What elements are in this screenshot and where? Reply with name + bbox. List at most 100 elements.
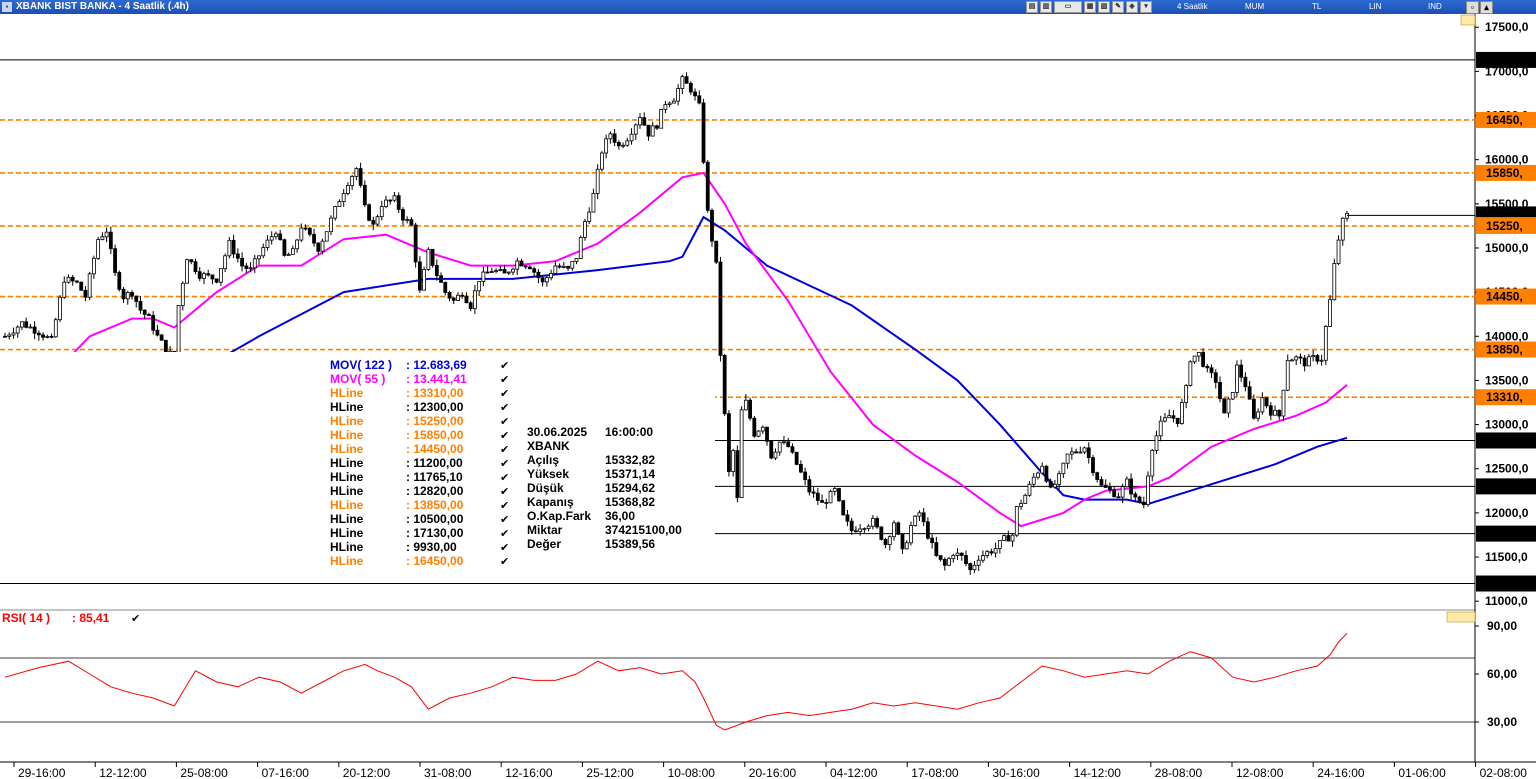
candle-body <box>282 239 287 256</box>
candle-body <box>1023 494 1028 504</box>
candle-body <box>49 335 54 338</box>
info-label: Miktar <box>527 523 563 537</box>
price-axis-tick-label: 12000,0 <box>1485 506 1529 520</box>
candle-body <box>595 168 600 194</box>
candle-body <box>1074 451 1078 454</box>
candle-body <box>384 199 388 207</box>
candle-body <box>1163 417 1167 422</box>
candle-body <box>663 104 668 110</box>
candle-body <box>549 273 554 279</box>
candle-body <box>938 555 943 560</box>
candle-body <box>299 227 304 241</box>
candle-body <box>1294 356 1299 361</box>
candle-body <box>870 518 875 527</box>
rsi-level-group <box>0 657 1475 723</box>
candle-body <box>1150 450 1155 477</box>
legend-check-icon: ✔ <box>500 444 509 456</box>
candle-body <box>125 292 130 300</box>
candle-body <box>519 260 524 267</box>
candle-body <box>155 329 160 336</box>
candle-body <box>1086 447 1091 458</box>
candle-body <box>87 273 92 298</box>
candle-body <box>295 239 300 250</box>
candle-body <box>506 271 511 274</box>
candle-body <box>142 309 147 315</box>
candle-body <box>841 500 846 516</box>
legend-value: : 13310,00 <box>406 386 464 400</box>
candle-body <box>1146 475 1150 506</box>
candle-body <box>316 242 321 252</box>
candle-body <box>278 233 283 241</box>
candle-body <box>1171 415 1176 419</box>
legend-label: HLine <box>330 526 364 540</box>
candle-body <box>1082 447 1087 453</box>
candle-body <box>1137 496 1142 503</box>
candle-body <box>1251 398 1256 419</box>
candle-body <box>1108 487 1112 491</box>
candle-body <box>202 273 206 279</box>
candle-body <box>426 248 431 270</box>
candle-body <box>1048 480 1053 488</box>
legend-value: : 9930,00 <box>406 540 457 554</box>
legend-label: HLine <box>330 554 364 568</box>
candle-body <box>1306 356 1311 367</box>
candle-body <box>739 409 744 499</box>
legend-value: : 11200,00 <box>406 456 463 470</box>
candle-body <box>1213 372 1218 383</box>
hline-tag-label: 14450, <box>1486 290 1523 304</box>
candle-body <box>113 248 117 273</box>
time-axis-tick-label: 20-16:00 <box>749 766 797 779</box>
candle-body <box>185 259 189 284</box>
time-axis-tick-label: 25-12:00 <box>586 766 634 779</box>
candle-body <box>616 142 621 147</box>
legend-label: HLine <box>330 386 364 400</box>
candle-body <box>578 236 583 259</box>
candle-body <box>147 314 151 316</box>
hline-tag-label: 17130, <box>1486 53 1523 67</box>
rsi-legend-value: : 85,41 <box>72 611 110 625</box>
rsi-check-icon[interactable]: ✔ <box>131 613 140 625</box>
candle-body <box>36 332 41 336</box>
rsi-series-group <box>4 632 1348 731</box>
candle-body <box>621 144 625 147</box>
candle-body <box>346 185 350 194</box>
candle-body <box>1095 472 1100 480</box>
info-label: Açılış <box>527 453 559 467</box>
hline-tag-label: 11200, <box>1486 577 1522 591</box>
candle-body <box>790 446 795 453</box>
candle-body <box>815 492 820 501</box>
candle-body <box>1184 385 1189 403</box>
candle-body <box>79 281 84 291</box>
rsi-legend-label: RSI( 14 ) <box>2 611 50 625</box>
candle-body <box>727 413 731 472</box>
candle-body <box>1175 417 1180 424</box>
candle-body <box>646 124 651 137</box>
candle-body <box>583 221 587 238</box>
candle-body <box>1091 457 1095 474</box>
candle-body <box>180 282 185 306</box>
candle-body <box>1247 386 1252 400</box>
candle-body <box>528 266 532 270</box>
candle-body <box>1239 364 1244 378</box>
candle-body <box>803 471 808 481</box>
candle-body <box>837 488 841 502</box>
candle-body <box>748 399 752 419</box>
candle-body <box>650 125 655 137</box>
rsi-panel-controls[interactable] <box>1446 611 1476 623</box>
legend-value: : 15850,00 <box>406 428 464 442</box>
candle-body <box>845 514 850 522</box>
price-panel-controls[interactable] <box>1460 14 1476 26</box>
candle-body <box>83 289 88 298</box>
candle-body <box>489 271 494 273</box>
candle-body <box>1192 355 1197 363</box>
candle-body <box>434 265 439 277</box>
info-value: 15368,82 <box>605 495 655 509</box>
candle-body <box>1260 397 1265 413</box>
legend-check-icon: ✔ <box>500 542 509 554</box>
legend-check-icon: ✔ <box>500 472 509 484</box>
candle-body <box>481 271 486 282</box>
candle-body <box>121 288 126 300</box>
candle-body <box>1209 367 1214 374</box>
candle-body <box>773 451 778 459</box>
legend-value: : 12.683,69 <box>406 358 467 372</box>
